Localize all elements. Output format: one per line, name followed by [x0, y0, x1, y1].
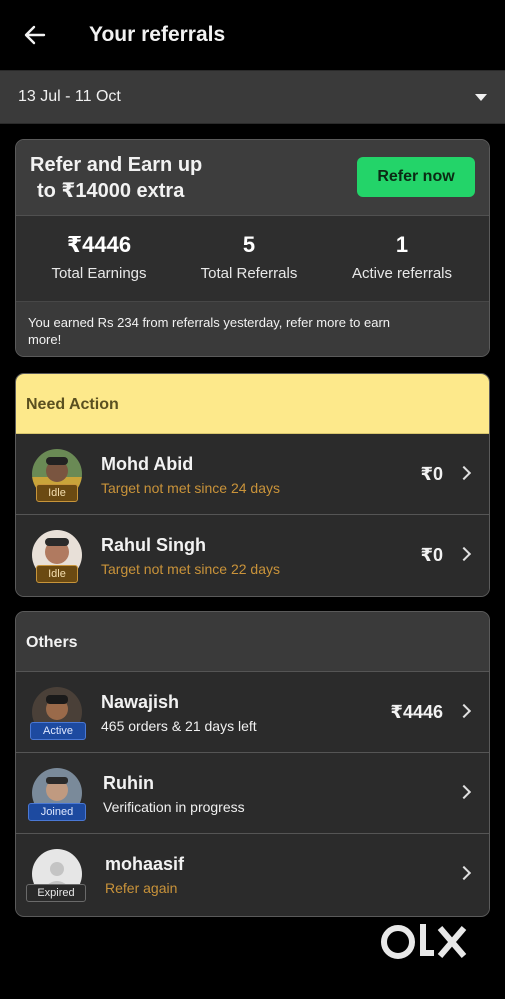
- earnings-note: You earned Rs 234 from referrals yesterd…: [16, 302, 489, 356]
- app-header: Your referrals: [0, 0, 505, 70]
- referral-name: mohaasif: [105, 854, 185, 874]
- chevron-right-icon: [456, 703, 472, 719]
- date-range-dropdown[interactable]: 13 Jul - 11 Oct: [0, 70, 505, 124]
- referral-row[interactable]: Active Nawajish 465 orders & 21 days lef…: [16, 672, 489, 753]
- stat-label: Total Referrals: [200, 265, 298, 282]
- refer-headline-line2: to ₹14000 extra: [37, 180, 185, 202]
- referral-amount: ₹0: [420, 545, 443, 565]
- referral-subtitle: Target not met since 22 days: [101, 561, 280, 577]
- others-section: Others Active Nawajish 465 orders & 21 d…: [15, 611, 490, 917]
- stat-total-earnings: ₹4446 Total Earnings: [24, 232, 174, 282]
- referral-row[interactable]: Expired mohaasif Refer again: [16, 834, 489, 915]
- referral-row[interactable]: Idle Rahul Singh Target not met since 22…: [16, 515, 489, 596]
- need-action-header: Need Action: [16, 374, 489, 434]
- status-badge: Expired: [26, 884, 86, 902]
- stat-value: 1: [395, 232, 409, 257]
- chevron-right-icon: [456, 865, 472, 881]
- stat-label: Total Earnings: [51, 265, 147, 282]
- referral-subtitle: 465 orders & 21 days left: [101, 718, 257, 734]
- refer-banner: Refer and Earn up to ₹14000 extra Refer …: [16, 140, 489, 216]
- refer-again-link[interactable]: Refer again: [105, 880, 177, 896]
- earnings-note-text: You earned Rs 234 from referrals yesterd…: [28, 315, 391, 347]
- refer-now-button[interactable]: Refer now: [357, 157, 475, 197]
- status-badge: Joined: [28, 803, 86, 821]
- status-badge: Active: [30, 722, 86, 740]
- stat-value: ₹4446: [66, 232, 132, 257]
- status-badge: Idle: [36, 565, 78, 583]
- olx-watermark-logo: [378, 920, 478, 970]
- back-arrow-icon[interactable]: [22, 22, 48, 48]
- chevron-right-icon: [456, 784, 472, 800]
- referral-row[interactable]: Idle Mohd Abid Target not met since 24 d…: [16, 434, 489, 515]
- section-title: Others: [26, 634, 78, 651]
- stat-active-referrals: 1 Active referrals: [327, 232, 477, 282]
- referral-name: Nawajish: [101, 692, 180, 712]
- chevron-right-icon: [456, 546, 472, 562]
- refer-headline-line1: Refer and Earn up: [30, 154, 203, 176]
- others-header: Others: [16, 612, 489, 672]
- referral-subtitle: Target not met since 24 days: [101, 480, 280, 496]
- referral-row[interactable]: Joined Ruhin Verification in progress: [16, 753, 489, 834]
- date-range-label: 13 Jul - 11 Oct: [18, 88, 121, 105]
- referral-name: Ruhin: [103, 773, 154, 793]
- refer-headline: Refer and Earn up to ₹14000 extra: [30, 152, 202, 204]
- stat-total-referrals: 5 Total Referrals: [174, 232, 324, 282]
- dropdown-caret-icon: [475, 94, 487, 101]
- referral-name: Rahul Singh: [101, 535, 206, 555]
- status-badge: Idle: [36, 484, 78, 502]
- stat-label: Active referrals: [351, 265, 453, 282]
- referral-subtitle: Verification in progress: [103, 799, 245, 815]
- stat-value: 5: [242, 232, 256, 257]
- referral-amount: ₹4446: [390, 702, 443, 722]
- page-title: Your referrals: [89, 23, 226, 46]
- referral-stats: ₹4446 Total Earnings 5 Total Referrals 1…: [16, 216, 489, 302]
- refer-earn-card: Refer and Earn up to ₹14000 extra Refer …: [15, 139, 490, 357]
- need-action-section: Need Action Idle Mohd Abid Target not me…: [15, 373, 490, 597]
- referral-name: Mohd Abid: [101, 454, 194, 474]
- chevron-right-icon: [456, 465, 472, 481]
- referral-amount: ₹0: [420, 464, 443, 484]
- section-title: Need Action: [26, 396, 119, 413]
